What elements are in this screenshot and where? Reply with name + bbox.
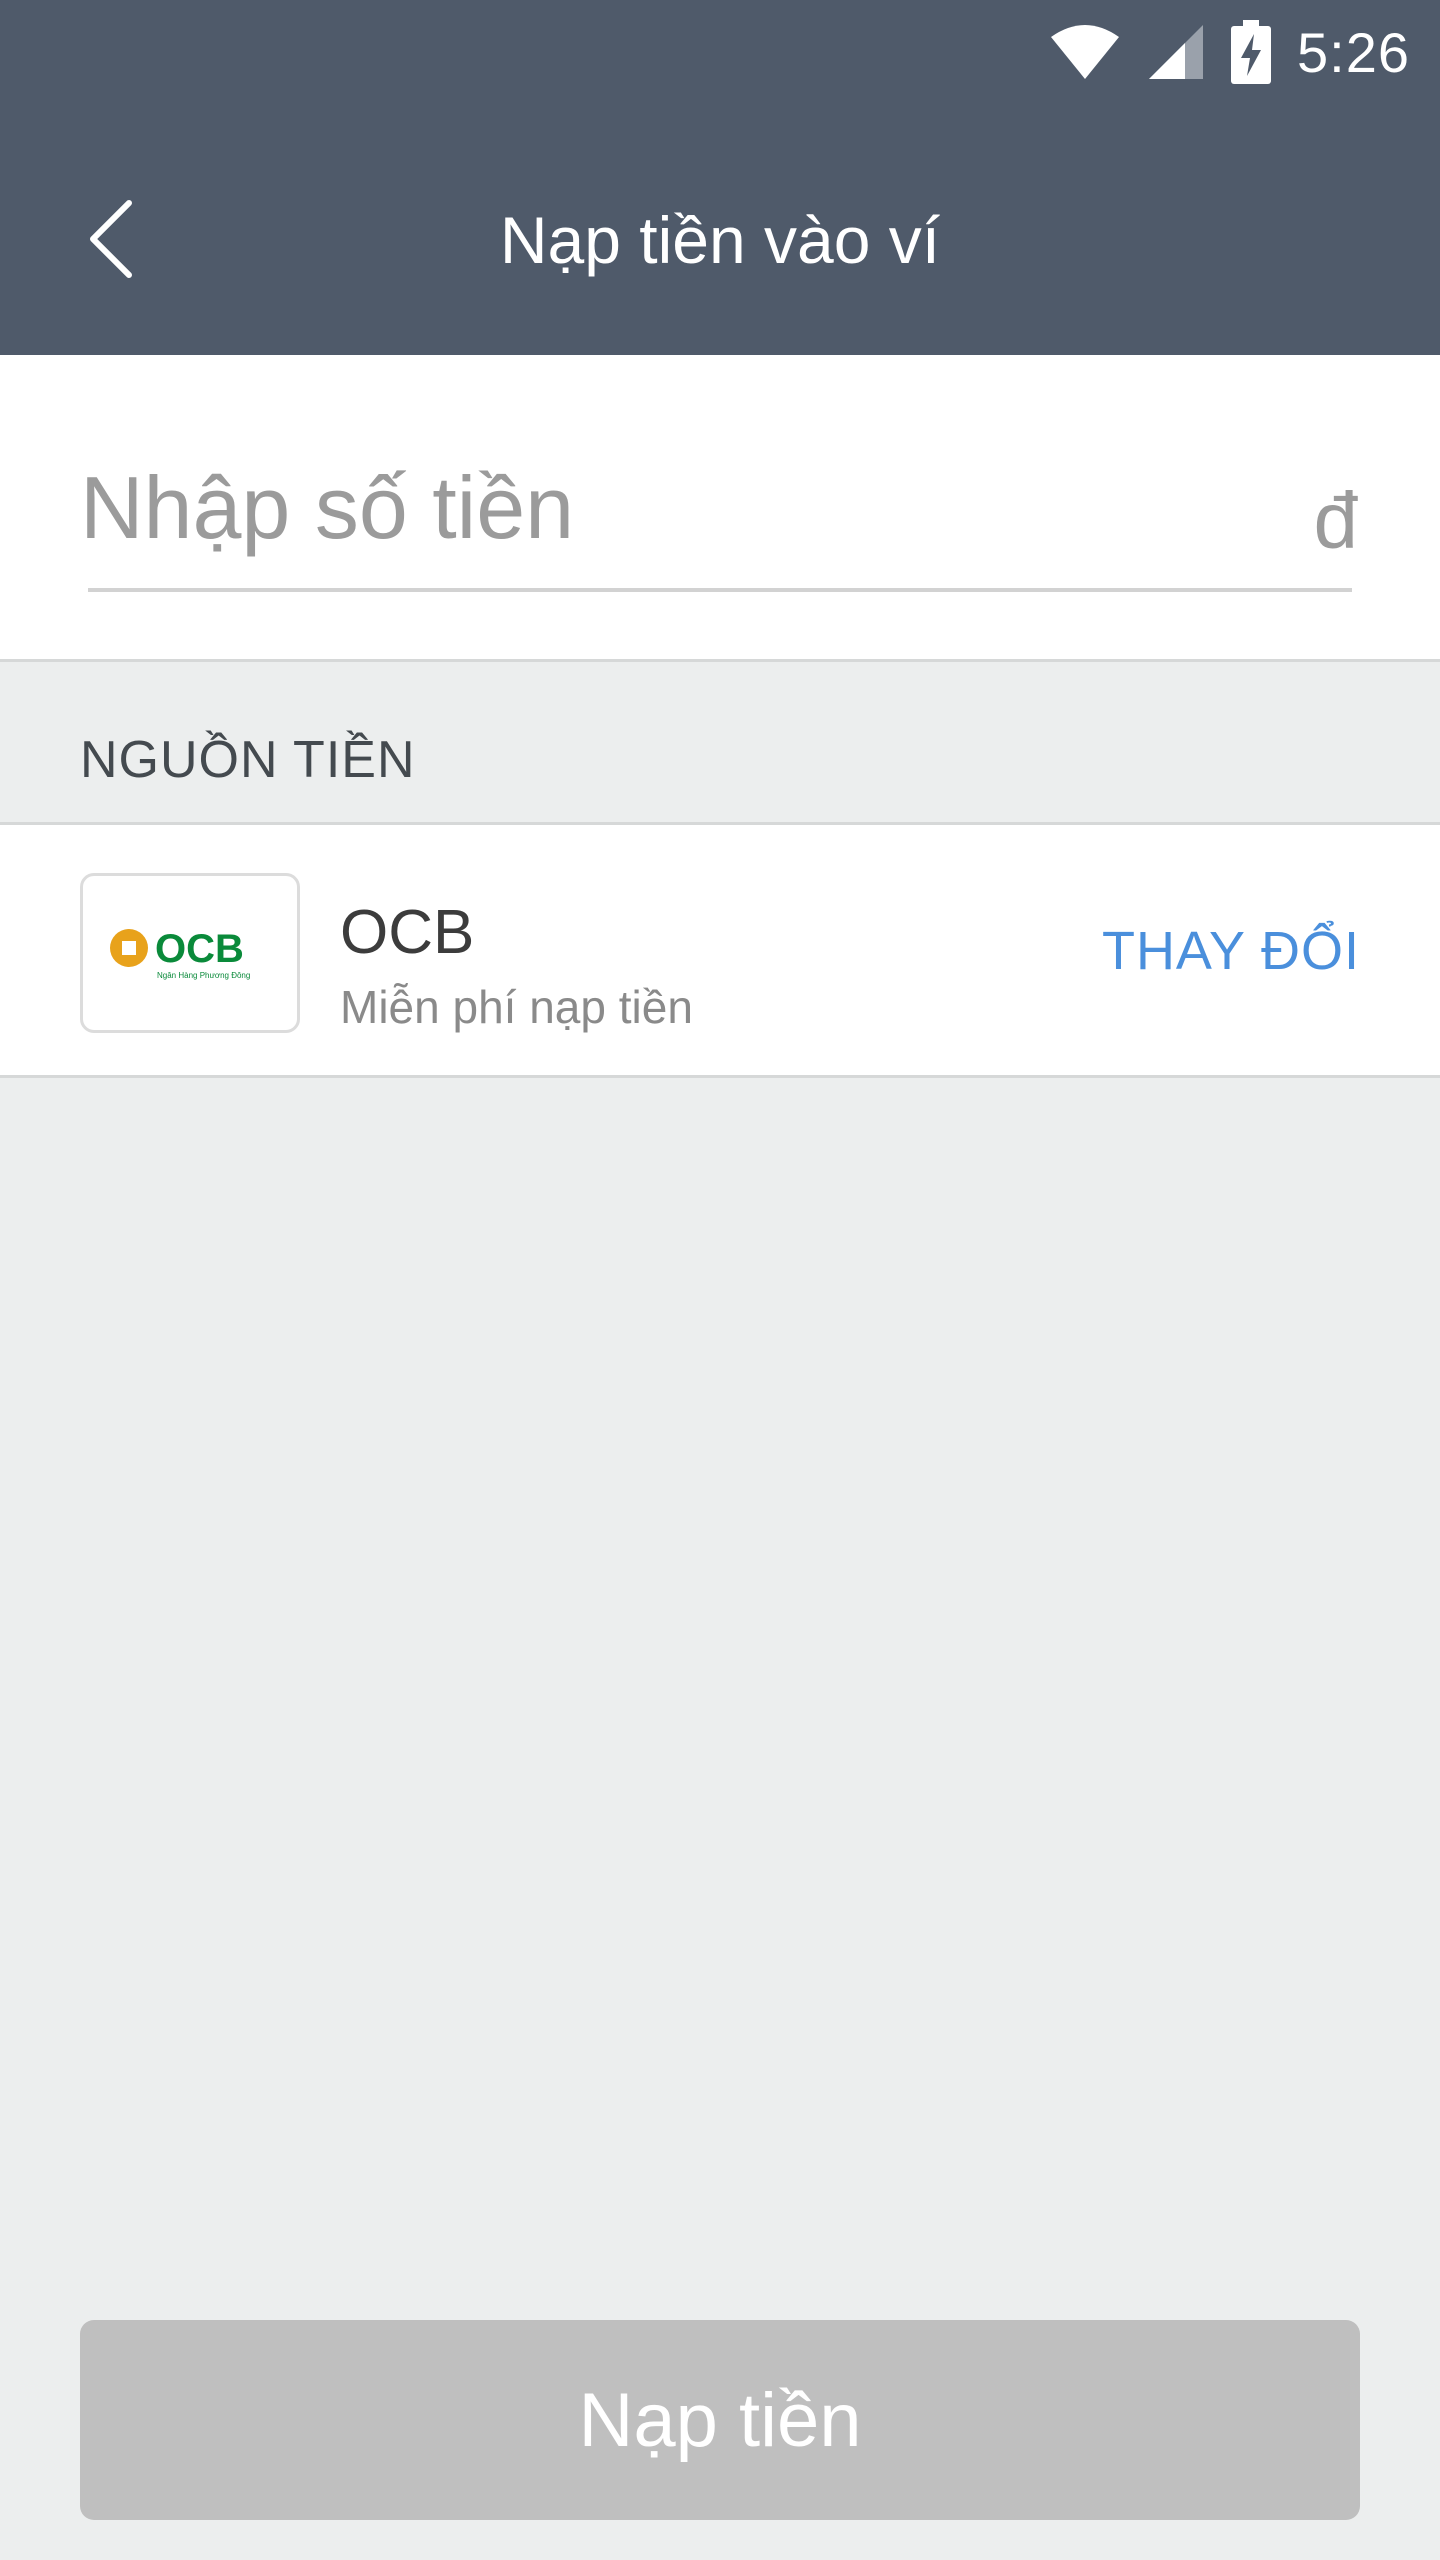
status-time: 5:26 xyxy=(1297,20,1410,84)
top-up-button[interactable]: Nạp tiền xyxy=(80,2320,1360,2520)
bank-fee-description: Miễn phí nạp tiền xyxy=(340,981,693,1033)
amount-section: đ xyxy=(0,355,1440,662)
wifi-icon xyxy=(1049,23,1121,81)
currency-symbol: đ xyxy=(1313,476,1359,565)
status-bar: 5:26 xyxy=(0,0,1440,100)
battery-charging-icon xyxy=(1231,20,1271,84)
input-underline xyxy=(88,588,1352,592)
change-source-button[interactable]: THAY ĐỔI xyxy=(1102,920,1360,982)
app-header: 5:26 Nạp tiền vào ví xyxy=(0,0,1440,355)
amount-input[interactable] xyxy=(80,443,1260,573)
chevron-left-icon xyxy=(85,199,135,284)
svg-text:OCB: OCB xyxy=(155,927,244,971)
source-section-label: NGUỒN TIỀN xyxy=(80,731,416,789)
app-bar: Nạp tiền vào ví xyxy=(0,150,1440,330)
page-title: Nạp tiền vào ví xyxy=(499,203,941,277)
bank-logo: OCB Ngân Hàng Phương Đông xyxy=(80,873,300,1033)
cell-signal-icon xyxy=(1147,23,1205,81)
funding-source-row[interactable]: OCB Ngân Hàng Phương Đông OCB Miễn phí n… xyxy=(0,822,1440,1078)
status-icons: 5:26 xyxy=(1049,14,1410,90)
back-button[interactable] xyxy=(70,196,150,286)
bank-name: OCB xyxy=(340,898,475,967)
svg-text:Ngân Hàng Phương Đông: Ngân Hàng Phương Đông xyxy=(157,971,250,980)
